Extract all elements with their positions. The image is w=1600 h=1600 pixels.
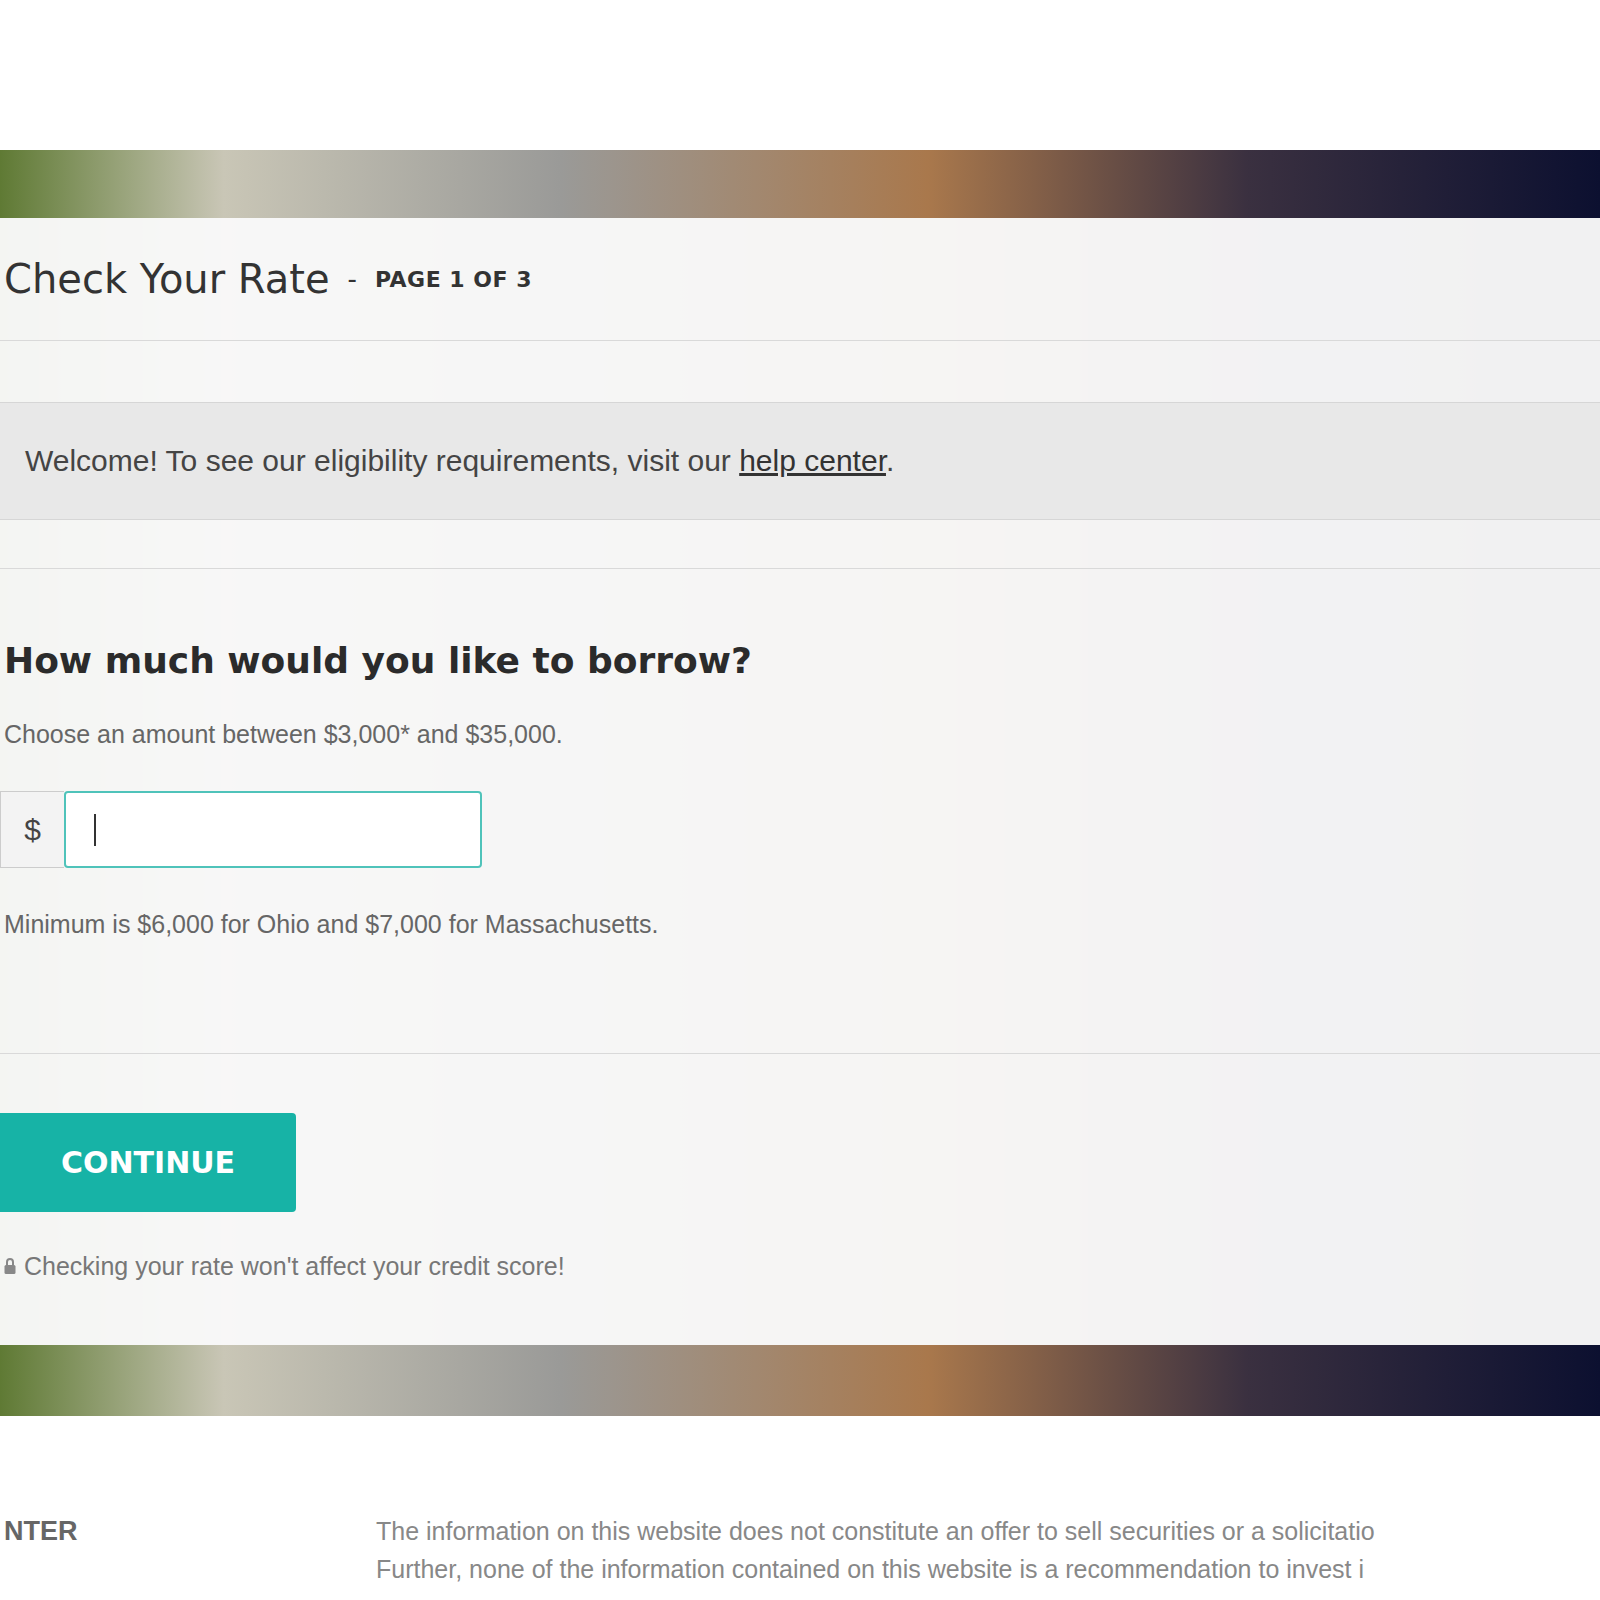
credit-note: Checking your rate won't affect your cre… — [0, 1251, 565, 1281]
text-caret — [94, 814, 96, 846]
rate-card: Check Your Rate-PAGE 1 OF 3 Welcome! To s… — [0, 218, 1600, 1345]
disclaimer-line: The information on this website does not… — [376, 1512, 1600, 1550]
page: Check Your Rate-PAGE 1 OF 3 Welcome! To s… — [0, 0, 1600, 1600]
currency-addon: $ — [0, 791, 64, 868]
title-separator: - — [348, 264, 357, 294]
top-space — [0, 0, 1600, 150]
amount-input-group: $ — [0, 791, 482, 868]
amount-hint: Choose an amount between $3,000* and $35… — [4, 719, 1596, 749]
disclaimer-line: Further, none of the information contain… — [376, 1550, 1600, 1588]
background-photo: Check Your Rate-PAGE 1 OF 3 Welcome! To s… — [0, 150, 1600, 1416]
credit-note-text: Checking your rate won't affect your cre… — [24, 1251, 565, 1281]
welcome-banner: Welcome! To see our eligibility requirem… — [0, 402, 1600, 520]
footer-heading: NTER — [0, 1512, 376, 1588]
footer-disclaimer: The information on this website does not… — [376, 1512, 1600, 1588]
help-center-link[interactable]: help center — [739, 444, 886, 477]
actions-section: CONTINUE Checking your rate won't affect … — [0, 1054, 1600, 1345]
continue-button[interactable]: CONTINUE — [0, 1113, 296, 1212]
amount-input[interactable] — [64, 791, 482, 868]
amount-section: How much would you like to borrow? Choose… — [0, 568, 1600, 1054]
footer: NTERThe information on this website does… — [0, 1416, 1600, 1588]
banner-text: Welcome! To see our eligibility requirem… — [25, 444, 894, 478]
page-indicator: PAGE 1 OF 3 — [375, 267, 532, 292]
question-title: How much would you like to borrow? — [4, 638, 1596, 684]
lock-icon — [4, 1257, 16, 1275]
minimum-note: Minimum is $6,000 for Ohio and $7,000 fo… — [4, 909, 1596, 939]
page-title: Check Your Rate — [4, 256, 330, 302]
title-row: Check Your Rate-PAGE 1 OF 3 — [0, 218, 1600, 341]
